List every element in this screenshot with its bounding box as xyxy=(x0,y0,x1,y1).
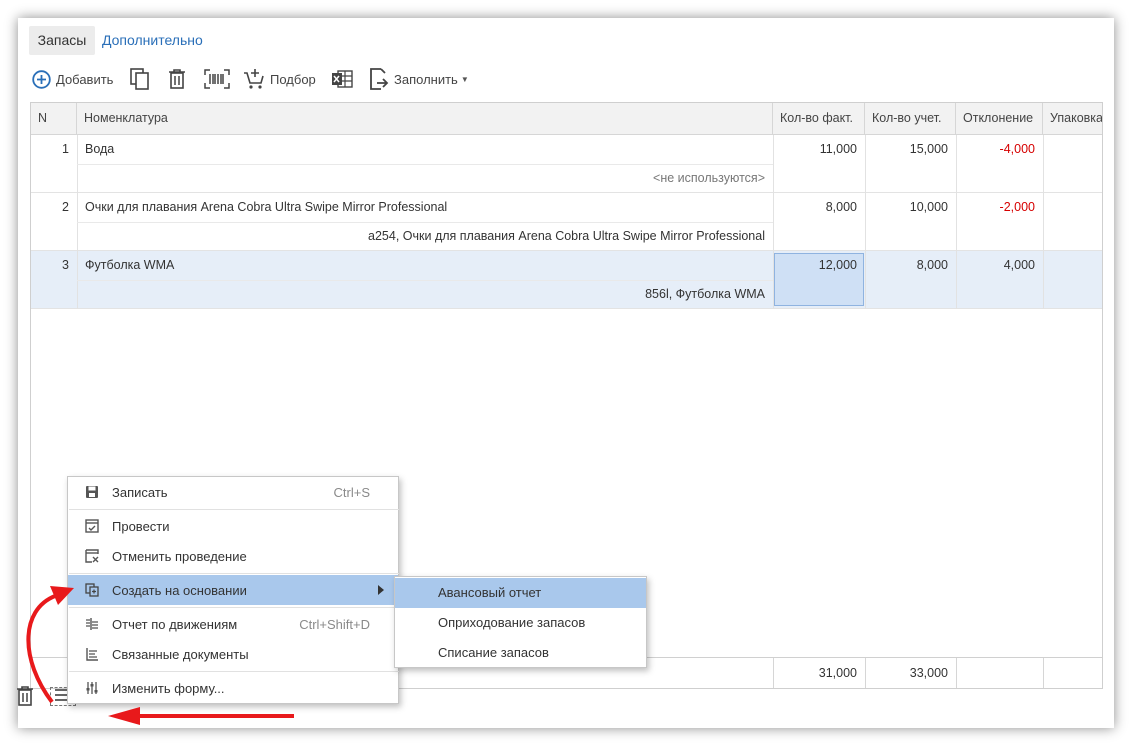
row-qty-fact[interactable]: 12,000 xyxy=(773,251,865,280)
row-nomenclature[interactable]: Очки для плавания Arena Cobra Ultra Swip… xyxy=(77,193,773,222)
menu-item-change-form[interactable]: Изменить форму... xyxy=(68,673,398,703)
menu-item-unpost[interactable]: Отменить проведение xyxy=(68,541,398,571)
menu-item-label: Провести xyxy=(112,518,170,534)
create-based-on-submenu: Авансовый отчет Оприходование запасов Сп… xyxy=(394,576,647,668)
table-row[interactable]: 1 Вода <не используются> 11,000 15,000 -… xyxy=(31,135,1102,193)
menu-item-label: Отменить проведение xyxy=(112,548,247,564)
menu-item-label: Изменить форму... xyxy=(112,680,225,696)
fill-doc-icon xyxy=(369,68,389,90)
row-qty-accounted: 15,000 xyxy=(909,142,948,156)
menu-item-save[interactable]: Записать Ctrl+S xyxy=(68,477,398,507)
total-packaging xyxy=(1043,658,1102,688)
settings-sliders-icon xyxy=(85,681,99,695)
menu-item-shortcut: Ctrl+Shift+D xyxy=(299,616,370,632)
row-nomenclature[interactable]: Футболка WMA xyxy=(77,251,773,280)
related-docs-icon xyxy=(85,647,99,661)
row-deviation: 4,000 xyxy=(1003,258,1035,272)
copy-icon xyxy=(130,68,150,90)
excel-button[interactable] xyxy=(331,64,353,94)
barcode-button[interactable] xyxy=(204,64,230,94)
total-qty-fact: 31,000 xyxy=(773,658,865,688)
toolbar: Добавить Подбор Заполнить ▼ xyxy=(32,64,1102,94)
row-characteristic[interactable]: <не используются> xyxy=(77,164,773,193)
menu-item-label: Создать на основании xyxy=(112,582,247,598)
menu-item-movement-report[interactable]: Отчет по движениям Ctrl+Shift+D xyxy=(68,609,398,639)
save-icon xyxy=(85,485,99,499)
row-qty-accounted: 10,000 xyxy=(909,200,948,214)
submenu-item-stock-receipt[interactable]: Оприходование запасов xyxy=(395,608,646,638)
fill-dropdown-button[interactable]: Заполнить ▼ xyxy=(369,64,469,94)
table-row-selected[interactable]: 3 Футболка WMA 856l, Футболка WMA 12,000… xyxy=(31,251,1102,309)
more-actions-menu: Записать Ctrl+S Провести Отменить провед… xyxy=(67,476,399,704)
barcode-icon xyxy=(204,69,230,89)
column-header-n[interactable]: N xyxy=(31,103,77,134)
pick-button-label: Подбор xyxy=(270,71,316,87)
bottom-delete-button[interactable] xyxy=(16,686,34,709)
table-row[interactable]: 2 Очки для плавания Arena Cobra Ultra Sw… xyxy=(31,193,1102,251)
trash-icon xyxy=(16,686,34,709)
row-characteristic[interactable]: 856l, Футболка WMA xyxy=(77,280,773,309)
caret-down-icon: ▼ xyxy=(460,74,469,84)
submenu-item-stock-writeoff[interactable]: Списание запасов xyxy=(395,638,646,668)
post-doc-icon xyxy=(85,519,99,533)
row-qty-fact[interactable]: 8,000 xyxy=(773,193,865,222)
row-deviation: -2,000 xyxy=(999,200,1035,214)
total-deviation xyxy=(956,658,1043,688)
menu-item-post[interactable]: Провести xyxy=(68,511,398,541)
add-button-label: Добавить xyxy=(56,71,114,87)
unpost-doc-icon xyxy=(85,549,99,563)
row-deviation: -4,000 xyxy=(999,142,1035,156)
menu-item-label: Записать xyxy=(112,484,168,500)
column-header-qty-fact[interactable]: Кол-во факт. xyxy=(773,103,865,134)
submenu-item-advance-report[interactable]: Авансовый отчет xyxy=(395,578,646,608)
menu-item-related-docs[interactable]: Связанные документы xyxy=(68,639,398,669)
column-header-nomenclature[interactable]: Номенклатура xyxy=(77,103,773,134)
column-header-qty-accounted[interactable]: Кол-во учет. xyxy=(865,103,956,134)
row-qty-accounted: 8,000 xyxy=(916,258,948,272)
table-header: N Номенклатура Кол-во факт. Кол-во учет.… xyxy=(31,103,1102,135)
row-characteristic[interactable]: a254, Очки для плавания Arena Cobra Ultr… xyxy=(77,222,773,251)
trash-icon xyxy=(168,69,186,89)
add-button[interactable]: Добавить xyxy=(32,64,113,94)
plus-circle-icon xyxy=(32,69,51,89)
menu-item-label: Связанные документы xyxy=(112,646,249,662)
delete-button[interactable] xyxy=(168,64,186,94)
row-number: 1 xyxy=(62,142,69,156)
row-qty-fact[interactable]: 11,000 xyxy=(773,135,865,164)
copy-button[interactable] xyxy=(130,64,150,94)
tab-zapasy[interactable]: Запасы xyxy=(29,26,95,55)
column-header-packaging[interactable]: Упаковка xyxy=(1043,103,1102,134)
create-based-icon xyxy=(85,583,99,597)
cart-plus-icon xyxy=(243,68,265,90)
excel-icon xyxy=(331,69,353,89)
total-qty-accounted: 33,000 xyxy=(865,658,956,688)
menu-item-label: Отчет по движениям xyxy=(112,616,238,632)
menu-item-shortcut: Ctrl+S xyxy=(333,484,370,500)
tab-dopolnitelno[interactable]: Дополнительно xyxy=(102,26,203,55)
pick-button[interactable]: Подбор xyxy=(243,64,316,94)
row-number: 2 xyxy=(62,200,69,214)
fill-button-label: Заполнить xyxy=(394,71,458,87)
column-header-deviation[interactable]: Отклонение xyxy=(956,103,1043,134)
menu-item-create-based-on[interactable]: Создать на основании xyxy=(68,575,398,605)
submenu-arrow-icon xyxy=(378,585,384,595)
row-nomenclature[interactable]: Вода xyxy=(77,135,773,164)
movement-report-icon xyxy=(85,617,99,631)
row-number: 3 xyxy=(62,258,69,272)
